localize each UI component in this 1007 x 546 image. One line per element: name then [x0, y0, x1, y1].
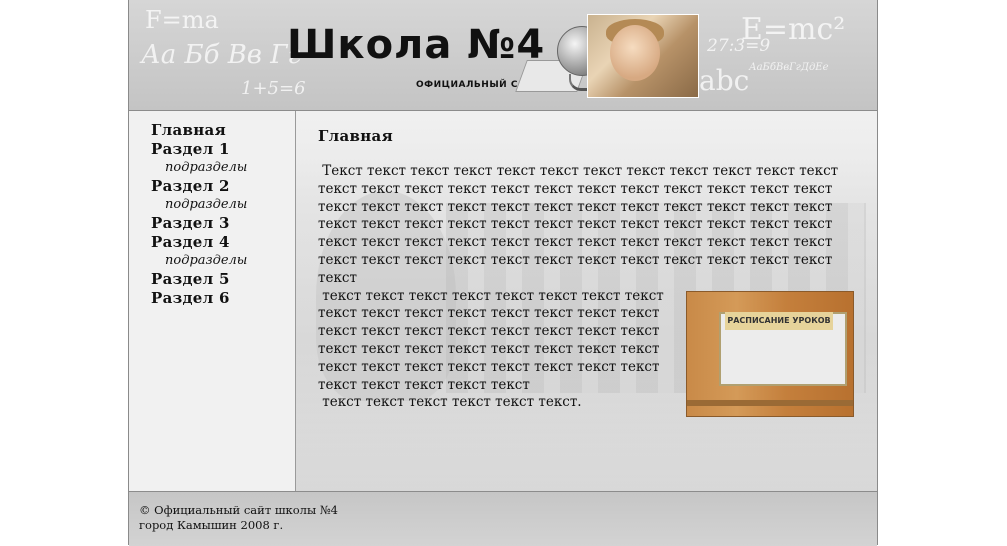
page-frame: F=ma Аа Бб Вв Гг 1+5=6 E=mc² 27:3=9 abc …: [128, 0, 878, 546]
header-decoration-formula: F=ma: [145, 6, 219, 34]
nav-item-section-4[interactable]: Раздел 4: [151, 233, 295, 252]
header-decoration-division: 27:3=9: [707, 36, 771, 56]
header-decoration-alphabet: Аа Бб Вв Гг: [141, 40, 301, 70]
sidebar-nav: Главная Раздел 1 подразделы Раздел 2 под…: [129, 111, 295, 308]
photo-face: [610, 25, 660, 81]
nav-subitem-section-2[interactable]: подразделы: [151, 196, 295, 214]
nav-item-section-1[interactable]: Раздел 1: [151, 140, 295, 159]
nav-item-section-6[interactable]: Раздел 6: [151, 289, 295, 308]
nav-item-section-2[interactable]: Раздел 2: [151, 177, 295, 196]
site-footer: © Официальный сайт школы №4 город Камыши…: [129, 491, 877, 546]
content-paragraph: Текст текст текст текст текст текст текс…: [318, 163, 839, 286]
nav-item-home[interactable]: Главная: [151, 121, 295, 140]
header-decoration-alphabet-small: АаБбВвГгДдЕе: [749, 62, 829, 73]
site-title: Школа №4: [287, 22, 546, 68]
footer-location: город Камышин 2008 г.: [139, 518, 284, 532]
footer-copyright: © Официальный сайт школы №4: [139, 503, 338, 517]
nav-subitem-section-1[interactable]: подразделы: [151, 159, 295, 177]
board-rail: [687, 399, 853, 406]
main-content: Главная Текст текст текст текст текст те…: [296, 111, 877, 491]
nav-subitem-section-4[interactable]: подразделы: [151, 252, 295, 270]
nav-item-section-3[interactable]: Раздел 3: [151, 214, 295, 233]
header-decoration-sum: 1+5=6: [241, 78, 306, 99]
content-body: Текст текст текст текст текст текст текс…: [318, 163, 858, 421]
header-child-photo: [587, 14, 699, 98]
site-header: F=ma Аа Бб Вв Гг 1+5=6 E=mc² 27:3=9 abc …: [129, 0, 877, 111]
schedule-board-photo: РАСПИСАНИЕ УРОКОВ: [686, 290, 854, 417]
page-heading: Главная: [318, 127, 393, 145]
sidebar: Главная Раздел 1 подразделы Раздел 2 под…: [129, 111, 296, 491]
schedule-board-title: РАСПИСАНИЕ УРОКОВ: [725, 311, 833, 330]
header-decoration-abc: abc: [699, 64, 750, 97]
nav-item-section-5[interactable]: Раздел 5: [151, 270, 295, 289]
